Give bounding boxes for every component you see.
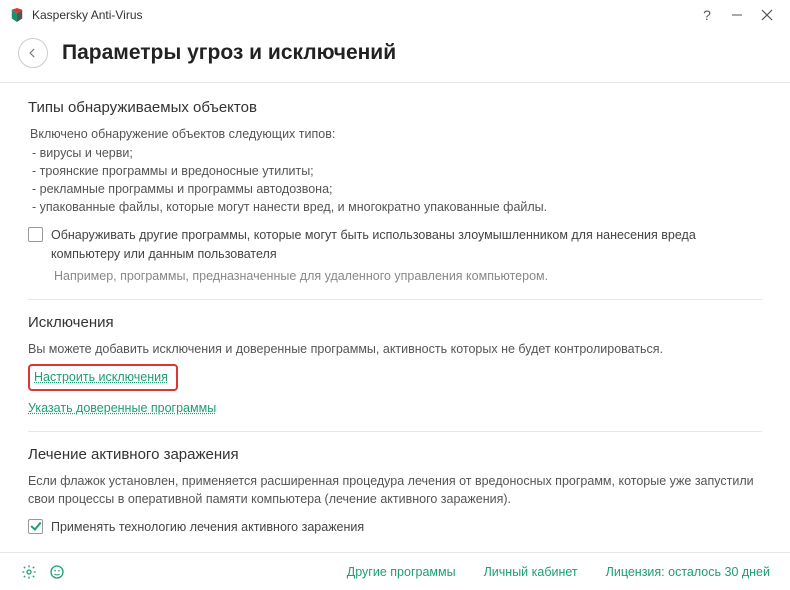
titlebar: Kaspersky Anti-Virus ?	[0, 0, 790, 30]
section-detected-types-title: Типы обнаруживаемых объектов	[28, 97, 762, 119]
trusted-programs-link[interactable]: Указать доверенные программы	[28, 399, 216, 417]
support-icon[interactable]	[48, 563, 66, 581]
back-button[interactable]	[18, 38, 48, 68]
active-disinfection-row: Применять технологию лечения активного з…	[28, 518, 762, 536]
section-active-disinfection-intro: Если флажок установлен, применяется расш…	[28, 472, 762, 508]
detection-list-item: - рекламные программы и программы автодо…	[32, 180, 762, 198]
active-disinfection-checkbox[interactable]	[28, 519, 43, 534]
footer-account-link[interactable]: Личный кабинет	[484, 565, 578, 579]
page-title: Параметры угроз и исключений	[62, 41, 396, 65]
settings-gear-icon[interactable]	[20, 563, 38, 581]
configure-exclusions-highlight: Настроить исключения	[28, 364, 178, 391]
detect-other-programs-label: Обнаруживать другие программы, которые м…	[51, 226, 762, 262]
configure-exclusions-link[interactable]: Настроить исключения	[34, 368, 168, 386]
footer-license-link[interactable]: Лицензия: осталось 30 дней	[606, 565, 770, 579]
detection-list-item: - троянские программы и вредоносные утил…	[32, 162, 762, 180]
detect-other-programs-checkbox[interactable]	[28, 227, 43, 242]
detect-other-programs-row: Обнаруживать другие программы, которые м…	[28, 226, 762, 262]
minimize-icon[interactable]	[722, 0, 752, 30]
divider	[28, 431, 762, 432]
help-icon[interactable]: ?	[692, 0, 722, 30]
page-header: Параметры угроз и исключений	[0, 30, 790, 83]
footer-bar: Другие программы Личный кабинет Лицензия…	[0, 552, 790, 590]
section-exclusions-intro: Вы можете добавить исключения и доверенн…	[28, 340, 762, 358]
app-logo-icon	[10, 8, 24, 22]
section-active-disinfection-title: Лечение активного заражения	[28, 444, 762, 466]
active-disinfection-label: Применять технологию лечения активного з…	[51, 518, 364, 536]
detection-list-item: - вирусы и черви;	[32, 144, 762, 162]
section-detected-types-intro: Включено обнаружение объектов следующих …	[30, 125, 762, 143]
detection-list-item: - упакованные файлы, которые могут нанес…	[32, 198, 762, 216]
window-title: Kaspersky Anti-Virus	[32, 8, 692, 22]
close-icon[interactable]	[752, 0, 782, 30]
detect-other-programs-example: Например, программы, предназначенные для…	[54, 267, 762, 285]
footer-other-programs-link[interactable]: Другие программы	[347, 565, 456, 579]
section-exclusions-title: Исключения	[28, 312, 762, 334]
divider	[28, 299, 762, 300]
content-area: Типы обнаруживаемых объектов Включено об…	[0, 83, 790, 545]
